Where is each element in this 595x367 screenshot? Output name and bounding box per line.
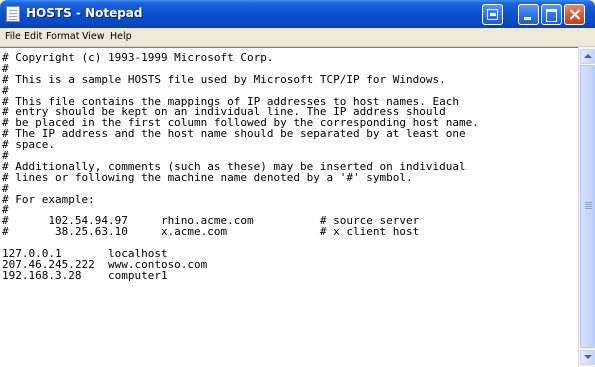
- window-title: HOSTS - Notepad: [26, 6, 143, 20]
- menu-format[interactable]: Format: [46, 31, 79, 42]
- minimize-button[interactable]: [518, 4, 539, 25]
- editor-text: # Copyright (c) 1993-1999 Microsoft Corp…: [2, 51, 479, 282]
- close-button[interactable]: [564, 4, 585, 25]
- restore-window-icon[interactable]: [482, 4, 503, 25]
- notepad-icon[interactable]: [6, 6, 20, 22]
- menu-bar: File Edit Format View Help: [0, 28, 595, 47]
- editor-line: # 38.25.63.10 x.acme.com # x client host: [2, 225, 420, 239]
- scroll-up-arrow-icon[interactable]: [580, 49, 595, 64]
- menu-file[interactable]: File: [5, 31, 21, 42]
- editor-line: # Copyright (c) 1993-1999 Microsoft Corp…: [2, 51, 274, 64]
- notepad-window: HOSTS - Notepad File Edit Format View He…: [0, 0, 595, 367]
- menu-view[interactable]: View: [82, 31, 105, 42]
- editor-line: # lines or following the machine name de…: [2, 170, 413, 184]
- editor-line: # For example:: [2, 192, 95, 206]
- editor-line: # The IP address and the host name shoul…: [2, 127, 466, 141]
- menu-help[interactable]: Help: [110, 31, 132, 42]
- editor-line: 192.168.3.28 computer1: [2, 268, 168, 282]
- menu-edit[interactable]: Edit: [24, 31, 42, 42]
- scrollbar-thumb[interactable]: [580, 65, 595, 348]
- vertical-scrollbar[interactable]: [578, 47, 595, 367]
- editor-line: # space.: [2, 138, 55, 152]
- editor-line: # This is a sample HOSTS file used by Mi…: [2, 72, 446, 86]
- title-bar[interactable]: HOSTS - Notepad: [0, 0, 595, 28]
- text-editor[interactable]: # Copyright (c) 1993-1999 Microsoft Corp…: [0, 47, 578, 367]
- scroll-down-arrow-icon[interactable]: [580, 350, 595, 365]
- scrollbar-grip-icon: [585, 202, 592, 209]
- maximize-button[interactable]: [541, 4, 562, 25]
